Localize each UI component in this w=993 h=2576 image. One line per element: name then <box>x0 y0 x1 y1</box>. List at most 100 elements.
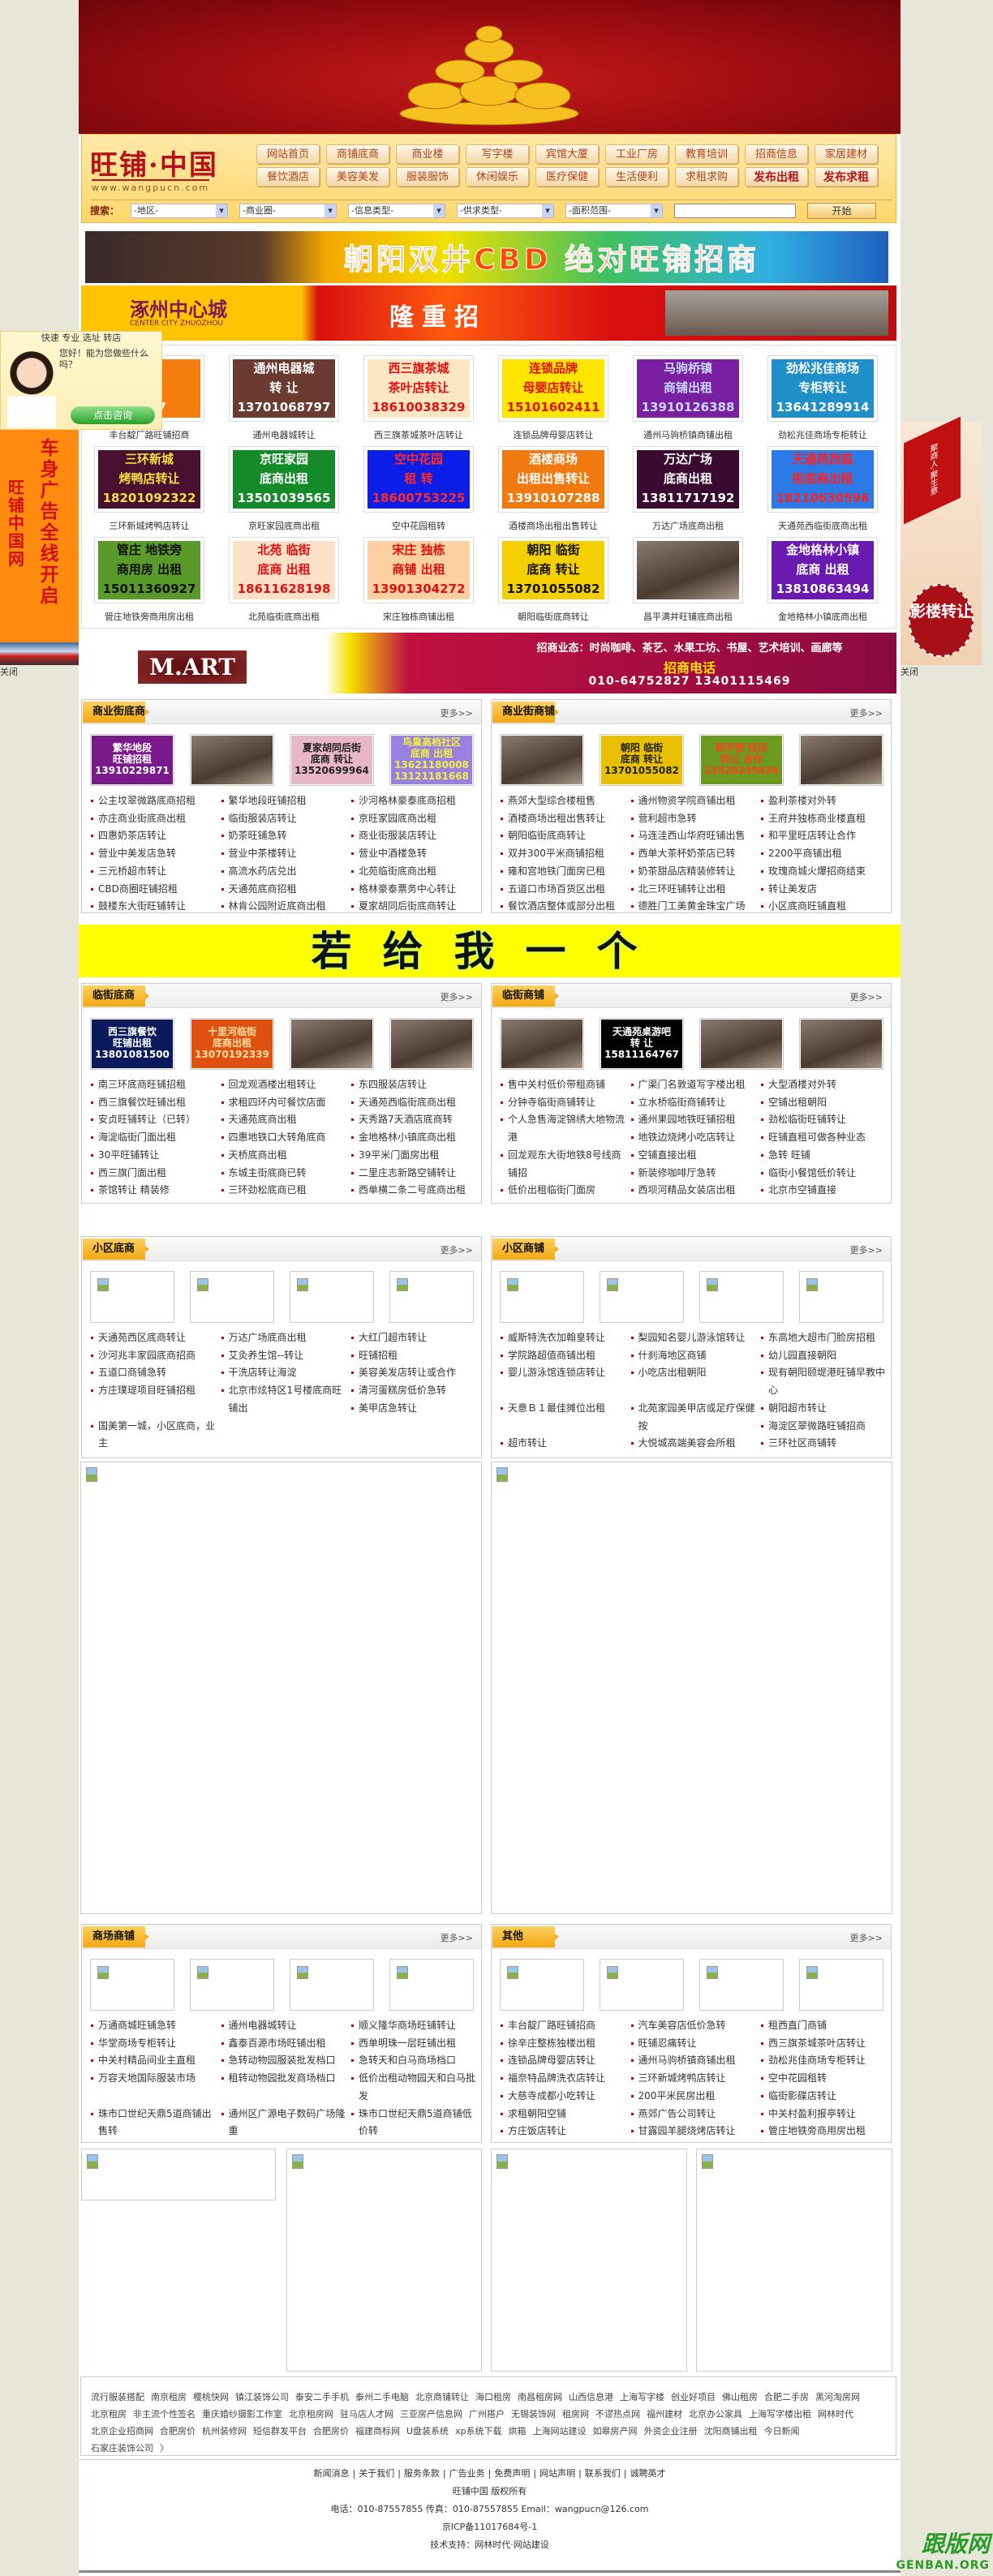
list-item[interactable]: 天秀路7天酒店底商转 <box>350 1111 481 1129</box>
nav-item[interactable]: 休闲娱乐 <box>466 167 529 187</box>
friend-link[interactable]: 镇江装饰公司 <box>235 2392 289 2402</box>
search-button[interactable]: 开始 <box>807 202 877 219</box>
ad-tile-image[interactable]: 管庄 地铁旁 商用房 出租 15011360927 <box>94 537 204 603</box>
list-item[interactable]: 西三旗门面出租 <box>90 1165 221 1183</box>
friend-link[interactable]: 网林时代 <box>818 2409 853 2419</box>
broken-image-icon[interactable] <box>389 1271 474 1323</box>
icp-number[interactable]: 京ICP备11017684号-1 <box>79 2518 901 2536</box>
list-item[interactable]: 商业街服装店转让 <box>350 827 481 845</box>
nav-item[interactable]: 家居建材 <box>815 144 878 164</box>
list-item[interactable]: 万通商城旺铺急转 <box>90 2017 221 2035</box>
more-link[interactable]: 更多>> <box>441 990 473 1003</box>
ad-tile-caption[interactable]: 酒楼商场出租出售转让 <box>498 519 608 532</box>
footer-link[interactable]: 联系我们 <box>585 2468 621 2479</box>
friend-link[interactable]: 福建商标网 <box>355 2426 400 2436</box>
list-item[interactable]: 三环劲松底商已租 <box>221 1182 351 1200</box>
list-item[interactable]: 中关村盈利报亭转让 <box>760 2106 891 2123</box>
listing-thumbnail[interactable]: 十里河临街 底商出租 13070192339 <box>190 1018 274 1070</box>
ad-tile-caption[interactable]: 通州马驹桥镇商铺出租 <box>633 428 743 441</box>
more-link[interactable]: 更多>> <box>850 990 883 1003</box>
list-item[interactable]: 通州马驹桥镇商铺出租 <box>630 2052 761 2070</box>
list-item[interactable]: 通州物资学院商铺出租 <box>630 792 761 810</box>
list-item[interactable]: 临街影碟店转让 <box>760 2088 891 2106</box>
list-item[interactable]: 亦庄商业街底商出租 <box>90 810 221 828</box>
list-item[interactable]: 德胜门工美黄金珠宝广场 <box>630 898 761 912</box>
footer-link[interactable]: 诚聘英才 <box>630 2468 666 2479</box>
list-item[interactable]: 营利超市急转 <box>630 810 761 828</box>
list-item[interactable]: 连锁品牌母婴店转让 <box>500 2052 630 2070</box>
list-item[interactable]: 天通苑西区底商转让 <box>90 1329 221 1347</box>
friend-link[interactable]: 合肥房价 <box>313 2426 349 2436</box>
broken-image-icon[interactable] <box>500 1959 584 2011</box>
listing-thumbnail[interactable]: 朝阳 临街 底商 转让 13701055082 <box>600 734 684 786</box>
friend-link[interactable]: 三亚房产信息网 <box>400 2409 462 2419</box>
nav-item[interactable]: 发布求租 <box>815 167 878 187</box>
list-item[interactable]: 二里庄志新路空铺转让 <box>350 1165 481 1183</box>
more-link[interactable]: 更多>> <box>850 1931 883 1944</box>
friend-link[interactable]: 烘箱 <box>509 2426 527 2436</box>
list-item[interactable]: 租转动物园批发商场档口 <box>221 2070 351 2088</box>
list-item[interactable]: 租西直门商铺 <box>760 2017 891 2035</box>
list-item[interactable]: 北三环旺铺转让出租 <box>630 881 761 899</box>
ad-tile[interactable]: 通州电器城转 让 13701068797 通州电器城转让 <box>229 355 339 441</box>
list-item[interactable]: 空铺出租朝阳 <box>760 1094 891 1112</box>
listing-thumbnail[interactable] <box>699 1018 784 1070</box>
list-item[interactable]: 海淀临街门面出租 <box>90 1129 221 1147</box>
footer-link[interactable]: 新闻消息 <box>313 2468 349 2479</box>
list-item[interactable]: 燕郊广告公司转让 <box>630 2106 761 2123</box>
more-link[interactable]: 更多>> <box>441 706 473 719</box>
list-item[interactable]: 回龙观酒楼出租转让 <box>221 1076 351 1094</box>
list-item[interactable]: 华堂商场专柜转让 <box>90 2035 221 2053</box>
list-item[interactable]: 丰台靛厂路旺铺招商 <box>500 2017 630 2035</box>
listing-thumbnail[interactable]: 鸟巢高档社区 底商 出租 13621180008 13121181668 <box>389 734 474 786</box>
list-item[interactable]: 三环社区商铺转 <box>760 1435 891 1453</box>
broken-image-icon[interactable] <box>190 1271 274 1323</box>
list-item[interactable]: 徐辛庄整栋独楼出租 <box>500 2035 630 2053</box>
list-item[interactable]: 大红门超市转让 <box>350 1329 481 1347</box>
ad-tile[interactable]: 天通苑西临 街底商出租 18210630596 天通苑西临街底商出租 <box>767 446 878 532</box>
list-item[interactable]: 方庄璞瑅项目旺铺招租 <box>90 1382 221 1400</box>
list-item[interactable]: 西单大茶杯奶茶店已转 <box>630 845 761 863</box>
friend-link[interactable]: 沈阳商铺出租 <box>704 2426 758 2436</box>
list-item[interactable]: 旺铺招租 <box>350 1347 481 1365</box>
broken-image-icon[interactable] <box>500 1271 584 1323</box>
ad-tile[interactable]: 马驹桥镇 商铺出租 13910126388 通州马驹桥镇商铺出租 <box>633 355 743 441</box>
broken-image-icon[interactable] <box>90 1271 174 1323</box>
list-item[interactable]: 临街小餐馆低价转让 <box>760 1165 891 1183</box>
ad-tile[interactable]: 空中花园租 转 18600753225 空中花园租转 <box>363 446 474 532</box>
list-item[interactable]: 新装修咖啡厅急转 <box>630 1165 761 1183</box>
listing-thumbnail[interactable] <box>500 734 584 786</box>
friend-link[interactable]: 非主流个性签名 <box>133 2409 196 2419</box>
listing-thumbnail[interactable]: 西三旗餐饮 旺铺出租 13801081500 <box>90 1018 174 1070</box>
friend-link[interactable]: 南昌租房网 <box>518 2392 562 2402</box>
yellow-banner[interactable]: 若给我一个 <box>79 925 901 977</box>
friend-link[interactable]: 不谬热点网 <box>595 2409 640 2419</box>
list-item[interactable]: 急转天和白马商场档口 <box>350 2052 481 2070</box>
list-item[interactable]: 急转 旺铺 <box>760 1147 891 1165</box>
list-item[interactable]: 马连洼西山华府旺铺出售 <box>630 827 761 845</box>
list-item[interactable]: 幼儿园直接朝阳 <box>760 1347 891 1365</box>
list-item[interactable]: 福奈特品牌洗衣店转让 <box>500 2070 630 2088</box>
nav-item[interactable]: 医疗保健 <box>535 167 599 187</box>
list-item[interactable]: 西单明珠一层旺铺出租 <box>350 2035 481 2053</box>
list-item[interactable]: 转让美发店 <box>760 881 891 899</box>
cbd-banner[interactable]: 朝阳双井CBD 绝对旺铺招商 <box>85 231 888 283</box>
list-item[interactable]: 干洗店转让海淀 <box>221 1364 351 1382</box>
nav-item[interactable]: 商铺底商 <box>326 144 389 164</box>
list-item[interactable]: 通州区广源电子数码广场隆重 <box>221 2106 351 2140</box>
friend-link[interactable]: 石家庄装饰公司 <box>91 2443 153 2454</box>
listing-thumbnail[interactable] <box>389 1018 474 1070</box>
list-item[interactable]: 酒楼商场出租出售转让 <box>500 810 630 828</box>
list-item[interactable]: 急转动物园服装批发档口 <box>221 2052 351 2070</box>
listing-thumbnail[interactable]: 和平里 旺店 转让 合作 13520235834 <box>699 734 784 786</box>
zhuozhou-banner[interactable]: 涿州中心城 CENTER CITY ZHUOZHOU 隆重招 <box>81 286 896 341</box>
list-item[interactable]: 营业中茶楼转让 <box>221 845 351 863</box>
right-ad-close[interactable]: 关闭 <box>901 665 918 678</box>
ad-tile-caption[interactable]: 金地格林小镇底商出租 <box>767 610 878 623</box>
more-link[interactable]: 更多>> <box>850 1243 883 1256</box>
info-type-select[interactable]: -信息类型- <box>348 203 446 218</box>
ad-tile[interactable]: 连锁品牌 母婴店转让 15101602411 连锁品牌母婴店转让 <box>498 355 608 441</box>
list-item[interactable]: 珠市口世纪天鼎5道商铺低价转 <box>350 2106 481 2140</box>
friend-link[interactable]: 合肥二手房 <box>764 2392 809 2402</box>
list-item[interactable]: 公主坟翠微路底商招租 <box>90 792 221 810</box>
